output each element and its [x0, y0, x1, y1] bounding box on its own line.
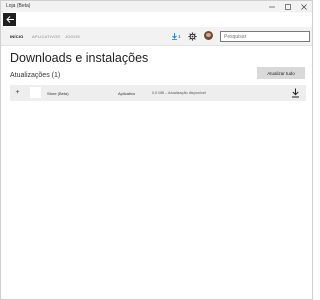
user-avatar[interactable]	[204, 31, 213, 40]
app-thumbnail	[30, 87, 41, 98]
minimize-icon	[269, 6, 275, 7]
tab-jogos[interactable]: JOGOS	[65, 34, 80, 39]
tab-inicio[interactable]: INÍCIO	[10, 34, 23, 39]
download-count: 1	[178, 34, 181, 39]
update-status: 0,0 MB – Atualização disponível	[152, 90, 206, 95]
page-title: Downloads e instalações	[10, 51, 149, 65]
gear-icon[interactable]	[188, 32, 197, 41]
store-window: Loja (Beta) INÍCIO APLICATIVOS JOGOS 1 P…	[0, 0, 313, 300]
nav-bar: INÍCIO APLICATIVOS JOGOS 1	[1, 27, 312, 46]
update-row[interactable]: + Store (Beta) Aplicativo 0,0 MB – Atual…	[10, 85, 306, 101]
expand-icon[interactable]: +	[14, 89, 21, 96]
downloads-indicator[interactable]: 1	[172, 32, 181, 41]
maximize-button[interactable]	[281, 1, 295, 12]
arrow-left-icon	[5, 16, 14, 23]
download-icon	[172, 33, 177, 40]
close-icon	[301, 3, 307, 10]
maximize-icon	[285, 3, 291, 10]
download-icon[interactable]	[291, 88, 300, 98]
tab-aplicativos[interactable]: APLICATIVOS	[32, 34, 60, 39]
window-title: Loja (Beta)	[6, 3, 31, 9]
app-name: Store (Beta)	[47, 90, 69, 96]
title-bar: Loja (Beta)	[1, 1, 312, 12]
minimize-button[interactable]	[265, 1, 279, 12]
updates-heading: Atualizações (1)	[10, 72, 61, 79]
back-button[interactable]	[3, 13, 16, 26]
update-all-button[interactable]: Atualizar tudo	[257, 67, 305, 79]
close-button[interactable]	[297, 1, 311, 12]
app-type: Aplicativo	[118, 90, 136, 96]
search-input[interactable]	[220, 31, 310, 42]
